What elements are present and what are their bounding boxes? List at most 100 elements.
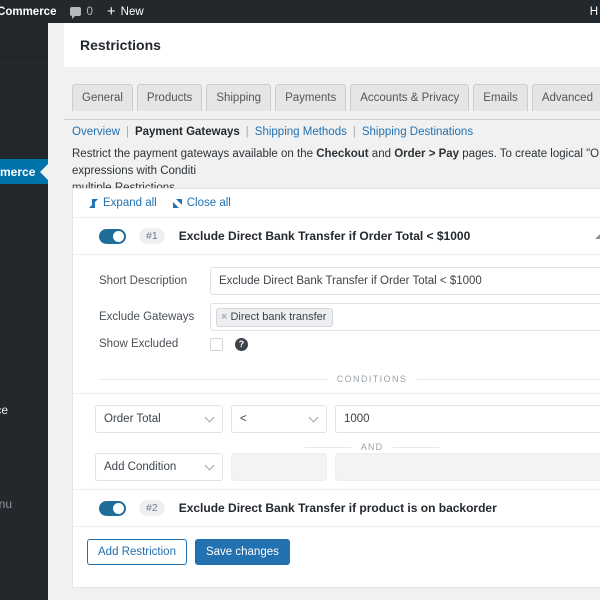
expand-icon [89, 199, 98, 208]
subnav-link-shipping-destinations[interactable]: Shipping Destinations [362, 126, 473, 138]
restriction-2-header[interactable]: #2 Exclude Direct Bank Transfer if produ… [73, 490, 600, 526]
chevron-down-icon [205, 413, 215, 423]
tab-payments[interactable]: Payments [275, 84, 346, 111]
description-line-1: Restrict the payment gateways available … [72, 146, 600, 180]
token-remove-icon[interactable]: × [221, 311, 227, 324]
tab-shipping[interactable]: Shipping [206, 84, 271, 111]
adminbar-new-content[interactable]: + New [100, 0, 151, 23]
sidebar-item-dashboard[interactable]: ard [0, 29, 48, 54]
restriction-1-header[interactable]: #1 Exclude Direct Bank Transfer if Order… [73, 218, 600, 254]
sidebar-item-settings[interactable]: ng [0, 373, 48, 398]
restriction-2-number: #2 [139, 500, 165, 516]
tab-accounts-privacy[interactable]: Accounts & Privacy [350, 84, 469, 111]
screen-root: oCommerce 0 + New H ard nts ommerce s s [0, 0, 600, 600]
chevron-up-icon[interactable] [595, 234, 600, 239]
page-header: Restrictions [64, 23, 600, 67]
sidebar-item-users[interactable]: s [0, 349, 48, 374]
admin-sidebar: ard nts ommerce s s ng ance s menu [0, 23, 48, 600]
tab-general[interactable]: General [72, 84, 133, 111]
panel-divider [73, 526, 600, 527]
restriction-2-title: Exclude Direct Bank Transfer if product … [179, 501, 497, 515]
short-description-input[interactable]: Exclude Direct Bank Transfer if Order To… [210, 267, 600, 295]
exclude-gateways-row: Exclude Gateways × Direct bank transfer [73, 303, 600, 331]
page-title: Restrictions [80, 23, 161, 67]
expand-collapse-bar: Expand all Close all [73, 189, 600, 217]
sidebar-item-appearance[interactable]: ance [0, 397, 48, 422]
comment-bubble-icon [70, 7, 81, 16]
divider-line-right [417, 379, 600, 380]
condition-row-1: Order Total < 1000 $ [73, 405, 600, 433]
expand-all-button[interactable]: Expand all [89, 197, 157, 209]
show-excluded-label: Show Excluded [73, 338, 210, 350]
sidebar-item-plugins[interactable]: s [0, 325, 48, 350]
condition-operator-value: < [240, 413, 247, 425]
show-excluded-checkbox[interactable] [210, 338, 223, 351]
restriction-1-title: Exclude Direct Bank Transfer if Order To… [179, 229, 471, 243]
tab-advanced[interactable]: Advanced [532, 84, 600, 111]
sidebar-item-tools[interactable]: s [0, 457, 48, 482]
and-caption: AND [351, 442, 394, 452]
conditions-caption: CONDITIONS [327, 374, 418, 384]
save-changes-button[interactable]: Save changes [195, 539, 290, 565]
exclude-gateways-select[interactable]: × Direct bank transfer [210, 303, 600, 331]
panel-footer: Add Restriction Save changes [73, 539, 600, 565]
description-part-2: and [369, 148, 395, 160]
subnav-link-shipping-methods[interactable]: Shipping Methods [255, 126, 347, 138]
toggle-knob [113, 231, 124, 242]
sidebar-divider [0, 218, 48, 219]
add-restriction-button[interactable]: Add Restriction [87, 539, 187, 565]
subnav-separator: | [240, 126, 255, 138]
divider-line-left [305, 447, 351, 448]
short-description-row: Short Description Exclude Direct Bank Tr… [73, 267, 600, 295]
subnav-separator: | [120, 126, 135, 138]
gateway-token[interactable]: × Direct bank transfer [216, 308, 333, 327]
divider-line-left [99, 379, 327, 380]
panel-divider [73, 254, 600, 255]
tab-products[interactable]: Products [137, 84, 202, 111]
sidebar-item-comments[interactable]: nts [0, 129, 48, 154]
add-condition-select[interactable]: Add Condition [95, 453, 223, 481]
sidebar-item-label: menu [0, 497, 12, 511]
sidebar-item-woocommerce[interactable]: ommerce [0, 159, 48, 184]
panel-divider [73, 393, 600, 394]
add-condition-operator-placeholder [231, 453, 327, 481]
restrictions-panel: Expand all Close all #1 Exclude Direct B… [72, 188, 600, 588]
condition-operator-select[interactable]: < [231, 405, 327, 433]
restriction-1-actions: Rem [595, 218, 600, 254]
help-icon[interactable]: ? [235, 338, 248, 351]
expand-all-label: Expand all [103, 197, 157, 209]
condition-value-input[interactable]: 1000 [335, 405, 600, 433]
adminbar-site-name[interactable]: oCommerce [0, 0, 63, 23]
divider-line-right [393, 447, 439, 448]
sidebar-item-collapse-menu[interactable]: menu [0, 491, 48, 516]
content-area: Restrictions General Products Shipping P… [48, 23, 600, 600]
restriction-2-toggle[interactable] [99, 501, 126, 516]
adminbar-new-label: New [121, 6, 144, 18]
condition-field-value: Order Total [104, 413, 161, 425]
token-label: Direct bank transfer [230, 311, 326, 324]
description-bold-checkout: Checkout [316, 148, 368, 160]
adminbar-account-label: H [590, 6, 598, 18]
close-all-label: Close all [187, 197, 231, 209]
exclude-gateways-label: Exclude Gateways [73, 311, 210, 323]
settings-tabs: General Products Shipping Payments Accou… [72, 84, 600, 111]
subnav-link-payment-gateways[interactable]: Payment Gateways [135, 126, 240, 138]
adminbar-my-account[interactable]: H [590, 0, 598, 23]
add-condition-value: Add Condition [104, 461, 176, 473]
condition-field-select[interactable]: Order Total [95, 405, 223, 433]
description-part-1: Restrict the payment gateways available … [72, 148, 316, 160]
toggle-knob [113, 503, 124, 514]
and-divider: AND [73, 441, 600, 453]
adminbar-comments[interactable]: 0 [63, 0, 99, 23]
close-all-button[interactable]: Close all [173, 197, 231, 209]
description-bold-order-pay: Order > Pay [394, 148, 459, 160]
sidebar-item-label: ance [0, 403, 8, 417]
sidebar-item-label: ommerce [0, 165, 35, 179]
admin-bar: oCommerce 0 + New H [0, 0, 600, 23]
collapse-icon [173, 199, 182, 208]
tab-emails[interactable]: Emails [473, 84, 528, 111]
restriction-1-toggle[interactable] [99, 229, 126, 244]
settings-body: General Products Shipping Payments Accou… [64, 67, 600, 600]
subnav-link-overview[interactable]: Overview [72, 126, 120, 138]
adminbar-comment-count: 0 [86, 6, 92, 18]
